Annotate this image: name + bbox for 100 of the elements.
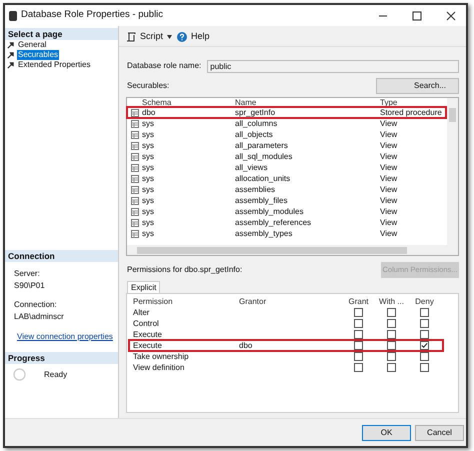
dropdown-caret-icon[interactable] <box>167 35 172 39</box>
permission-cell-text: Take ownership <box>132 350 190 362</box>
name-cell-text: assemblies <box>235 184 276 196</box>
table-icon <box>130 142 138 150</box>
table-icon <box>130 164 138 172</box>
type-cell: View <box>380 118 398 130</box>
checkbox[interactable] <box>354 352 363 361</box>
checkbox[interactable] <box>387 352 396 361</box>
checkbox[interactable] <box>354 319 363 328</box>
securable-row[interactable]: sys all_views View <box>127 162 446 173</box>
name-cell-text: assembly_modules <box>235 206 304 218</box>
role-name-label: Database role name: <box>127 60 202 72</box>
name-cell-text: all_objects <box>235 128 274 140</box>
script-icon <box>126 32 136 42</box>
permission-cell-text: Control <box>132 318 160 330</box>
checkbox[interactable] <box>420 330 429 339</box>
section-header: Progress <box>5 352 118 364</box>
type-cell: View <box>380 184 398 196</box>
table-icon <box>130 186 138 194</box>
type-cell: View <box>380 172 398 184</box>
ok-button[interactable]: OK <box>362 424 411 440</box>
checkbox[interactable] <box>387 330 396 339</box>
permission-row[interactable]: Control <box>129 318 443 329</box>
checkbox[interactable] <box>354 308 363 317</box>
schema-cell-text: sys <box>142 184 155 196</box>
checkbox[interactable] <box>420 308 429 317</box>
connection-properties-link[interactable]: View connection properties <box>17 331 113 343</box>
securable-row[interactable]: sys assembly_files View <box>127 195 446 206</box>
table-icon <box>130 230 138 238</box>
checkbox[interactable] <box>420 341 429 350</box>
grantor-cell: dbo <box>239 340 252 350</box>
page-item[interactable]: General <box>17 40 48 50</box>
name-cell-text: spr_getInfo <box>235 106 276 118</box>
schema-cell-text: sys <box>142 194 155 206</box>
checkbox[interactable] <box>387 341 396 350</box>
page-item[interactable]: Securables <box>17 50 60 60</box>
permission-row[interactable]: View definition <box>129 362 443 373</box>
securable-row[interactable]: sys assembly_modules View <box>127 206 446 217</box>
permission-cell-text: Execute <box>132 328 163 340</box>
wrench-icon <box>7 52 14 58</box>
table-icon <box>130 196 138 204</box>
table-icon <box>130 152 138 160</box>
securable-row[interactable]: sys assembly_references View <box>127 217 446 228</box>
securable-row[interactable]: sys all_sql_modules View <box>127 151 446 162</box>
checkbox[interactable] <box>387 319 396 328</box>
schema-cell-text: sys <box>142 228 155 240</box>
horizontal-scrollbar[interactable] <box>127 245 458 255</box>
schema-cell-text: sys <box>142 128 155 140</box>
type-cell: View <box>380 140 398 152</box>
checkbox[interactable] <box>354 341 363 350</box>
schema-cell-text: sys <box>142 150 155 162</box>
script-button[interactable]: Script <box>140 30 164 44</box>
securable-row[interactable]: dbo spr_getInfo Stored procedure <box>127 107 446 118</box>
connection-value: LAB\adminscr <box>14 311 65 323</box>
table-icon <box>130 208 138 216</box>
securable-row[interactable]: sys all_objects View <box>127 129 446 140</box>
maximize-icon[interactable] <box>412 10 422 20</box>
schema-cell-text: sys <box>142 206 155 218</box>
column-header[interactable]: Permission <box>129 297 239 307</box>
permission-row[interactable]: Take ownership <box>129 351 443 362</box>
permission-row[interactable]: Execute <box>129 329 443 340</box>
column-header[interactable]: Name <box>235 98 380 106</box>
column-header[interactable]: Type <box>380 98 398 106</box>
type-cell: View <box>380 216 398 228</box>
checkbox[interactable] <box>387 363 396 372</box>
checkbox[interactable] <box>420 352 429 361</box>
name-cell-text: all_views <box>235 162 268 174</box>
role-name-field[interactable]: public <box>207 60 459 72</box>
checkbox[interactable] <box>354 363 363 372</box>
column-header[interactable]: Schema <box>142 98 235 106</box>
column-header[interactable]: Grant <box>342 297 375 307</box>
vertical-scrollbar[interactable] <box>447 98 458 245</box>
help-button[interactable]: Help <box>191 30 210 44</box>
permission-row[interactable]: Execute dbo <box>129 340 443 351</box>
name-cell-text: all_columns <box>235 118 278 130</box>
securable-row[interactable]: sys assembly_types View <box>127 228 446 239</box>
schema-cell-text: sys <box>142 162 155 174</box>
securable-row[interactable]: sys allocation_units View <box>127 173 446 184</box>
name-cell-text: all_sql_modules <box>235 150 294 162</box>
checkbox[interactable] <box>420 319 429 328</box>
explicit-tab[interactable]: Explicit <box>127 281 160 293</box>
column-header[interactable]: Deny <box>408 297 441 307</box>
permission-row[interactable]: Alter <box>129 307 443 318</box>
section-header: Connection <box>5 250 118 262</box>
checkbox[interactable] <box>354 330 363 339</box>
window-title: Database Role Properties - public <box>21 8 164 22</box>
securable-row[interactable]: sys all_columns View <box>127 118 446 129</box>
type-cell: View <box>380 228 398 240</box>
close-icon[interactable] <box>446 10 456 20</box>
name-cell-text: assembly_references <box>235 216 312 228</box>
checkbox[interactable] <box>420 363 429 372</box>
search-button[interactable]: Search... <box>376 78 459 94</box>
checkbox[interactable] <box>387 308 396 317</box>
cancel-button[interactable]: Cancel <box>415 424 464 440</box>
table-icon <box>130 218 138 226</box>
column-header[interactable]: With ... <box>375 297 408 307</box>
column-header[interactable]: Grantor <box>239 297 342 307</box>
page-item[interactable]: Extended Properties <box>17 60 92 70</box>
securable-row[interactable]: sys all_parameters View <box>127 140 446 151</box>
securable-row[interactable]: sys assemblies View <box>127 184 446 195</box>
